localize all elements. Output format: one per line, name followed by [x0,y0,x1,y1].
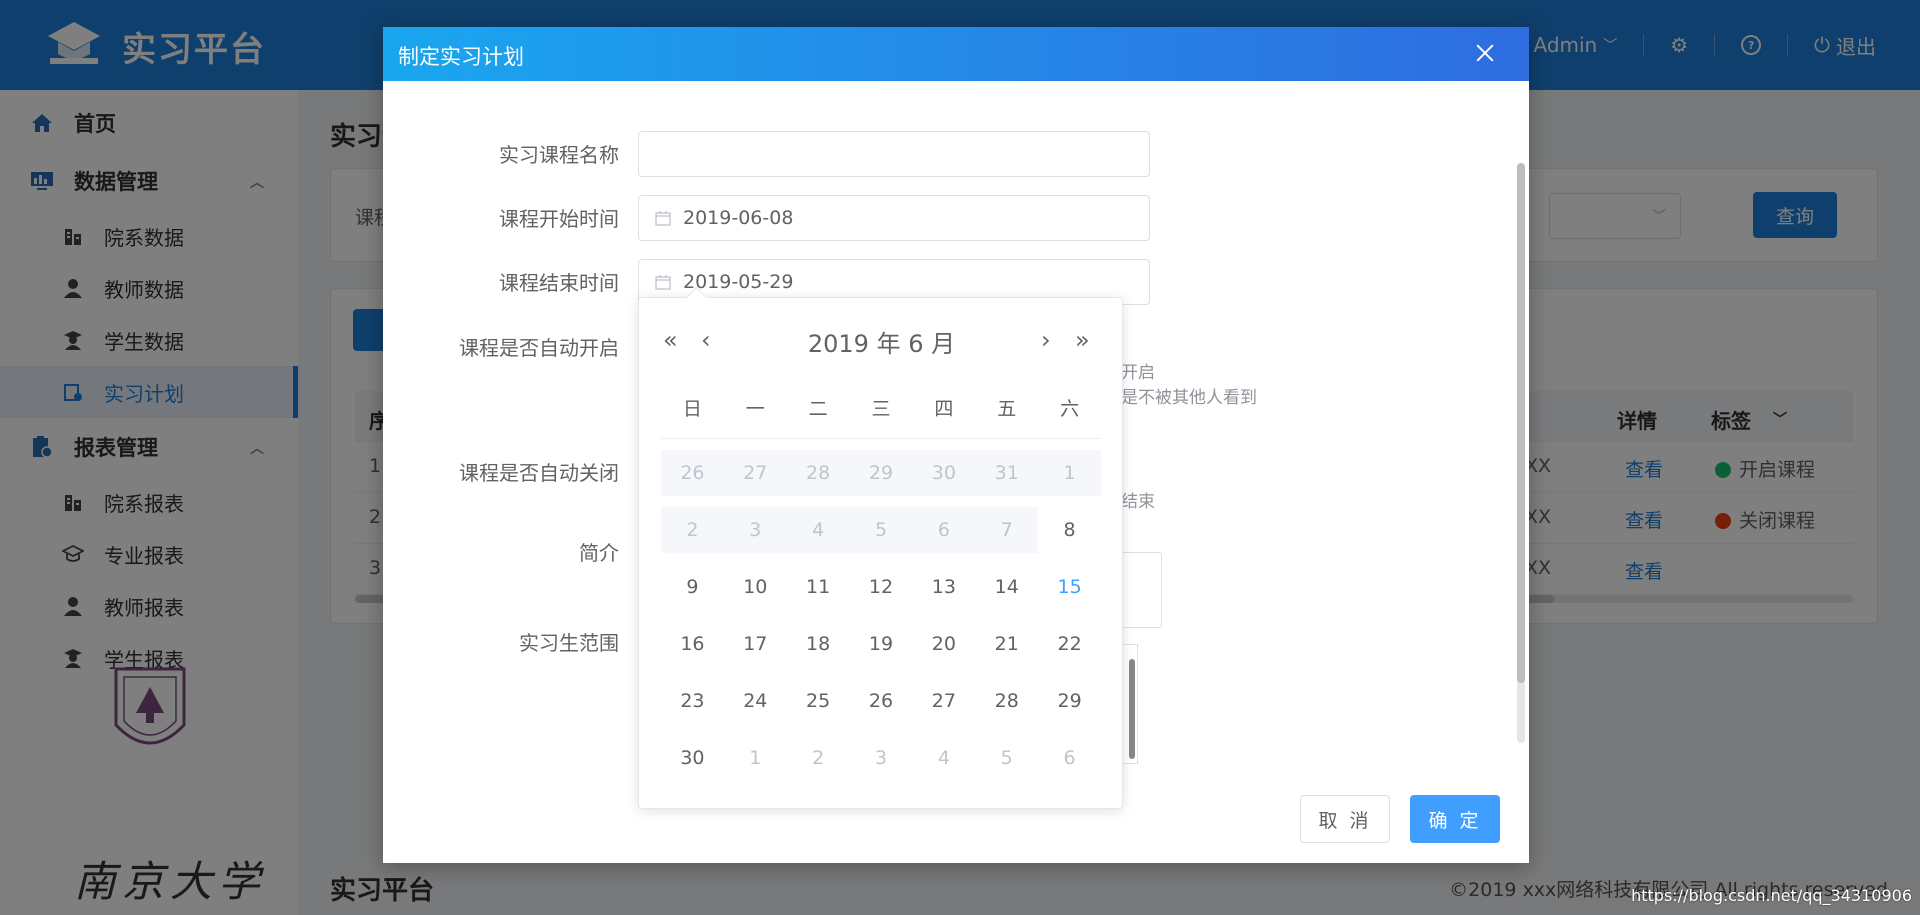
auto-open-hint-2: 是不被其他人看到 [1121,388,1257,408]
date-cell: 28 [786,449,850,496]
date-cell[interactable]: 16 [661,621,724,667]
date-cell: 6 [912,506,976,553]
date-cell[interactable]: 22 [1038,621,1101,667]
date-row: 26 27 28 29 30 31 1 [661,444,1102,501]
auto-open-hint: 开启 [1121,363,1155,383]
weekday-label: 三 [871,398,891,420]
weekday-label: 日 [682,398,702,420]
course-name-input[interactable] [638,131,1150,177]
date-cell: 26 [661,449,724,496]
date-row: 2345678 [661,501,1101,558]
date-cell[interactable]: 9 [661,564,724,610]
date-row: 30 1 2 3 4 5 6 [661,729,1101,786]
dialog-scrollbar[interactable] [1517,163,1525,743]
date-cell[interactable]: 10 [724,564,787,610]
date-cell: 1 [1038,449,1102,496]
course-name-label: 实习课程名称 [499,143,619,167]
weekday-label: 五 [997,398,1017,420]
date-cell[interactable]: 29 [1038,678,1101,724]
weekday-label: 一 [745,398,765,420]
start-time-label: 课程开始时间 [499,207,619,231]
weekday-header: 日 一 二 三 四 五 六 [661,394,1101,439]
close-icon[interactable] [1471,39,1499,67]
date-cell[interactable]: 28 [975,678,1038,724]
date-cell: 29 [849,449,913,496]
date-cell[interactable]: 25 [787,678,850,724]
date-cell[interactable]: 6 [1038,735,1101,781]
next-month-icon[interactable]: › [1041,326,1051,354]
calendar-icon [655,275,671,290]
calendar-icon [655,211,671,226]
date-cell: 30 [912,449,976,496]
weekday-label: 四 [934,398,954,420]
date-cell[interactable]: 5 [975,735,1038,781]
intro-textarea[interactable] [1121,552,1162,628]
start-date-input[interactable]: 2019-06-08 [638,195,1150,241]
weekday-label: 二 [808,398,828,420]
date-cell[interactable]: 26 [850,678,913,724]
date-cell[interactable]: 20 [912,621,975,667]
intern-range-box[interactable] [1121,644,1138,764]
dialog-title: 制定实习计划 [398,45,524,69]
date-cell[interactable]: 12 [850,564,913,610]
date-cell[interactable]: 14 [975,564,1038,610]
picker-title[interactable]: 2019 年 6 月 [639,324,1124,359]
date-cell[interactable]: 2 [787,735,850,781]
date-cell[interactable]: 4 [912,735,975,781]
range-label: 实习生范围 [519,631,619,655]
weekday-label: 六 [1060,398,1080,420]
date-row: 9 10 11 12 13 14 15 [661,558,1101,615]
date-cell: 7 [975,506,1039,553]
start-date-value: 2019-06-08 [683,207,794,229]
picker-header: « ‹ 2019 年 6 月 › » [639,322,1124,362]
date-cell[interactable]: 21 [975,621,1038,667]
date-cell: 27 [723,449,787,496]
date-cell[interactable]: 23 [661,678,724,724]
date-cell[interactable]: 18 [787,621,850,667]
date-cell[interactable]: 8 [1038,507,1101,553]
date-cell: 4 [786,506,850,553]
scrollbar-thumb[interactable] [1517,163,1525,683]
date-grid: 26 27 28 29 30 31 1 2 3 4 5 6 7 8 9 10 11 12 13 14 15 16 17 18 1… [661,444,1102,786]
dialog-header: 制定实习计划 [383,27,1529,81]
auto-close-hint: 结束 [1121,492,1155,512]
date-cell[interactable]: 17 [724,621,787,667]
date-cell[interactable]: 3 [850,735,913,781]
date-row: 23 24 25 26 27 28 29 [661,672,1101,729]
intro-label: 简介 [579,541,619,565]
watermark: https://blog.csdn.net/qq_34310906 [1631,886,1912,905]
date-cell: 2 [661,506,724,553]
date-cell[interactable]: 24 [724,678,787,724]
next-year-icon[interactable]: » [1075,326,1090,354]
confirm-button[interactable]: 确 定 [1410,795,1500,843]
date-cell[interactable]: 11 [787,564,850,610]
auto-close-label: 课程是否自动关闭 [459,461,619,485]
date-cell[interactable]: 19 [850,621,913,667]
auto-open-label: 课程是否自动开启 [459,336,619,360]
date-cell: 5 [849,506,913,553]
date-cell[interactable]: 13 [912,564,975,610]
cancel-button[interactable]: 取 消 [1300,795,1390,843]
date-cell[interactable]: 15 [1038,564,1101,610]
date-cell: 31 [975,449,1039,496]
date-cell: 3 [723,506,787,553]
date-cell[interactable]: 27 [912,678,975,724]
date-cell[interactable]: 30 [661,735,724,781]
date-row: 16 17 18 19 20 21 22 [661,615,1101,672]
end-time-label: 课程结束时间 [499,271,619,295]
date-picker: « ‹ 2019 年 6 月 › » 日 一 二 三 四 五 六 26 27 28 2… [638,286,1124,809]
scrollbar-thumb[interactable] [1129,659,1135,759]
date-cell[interactable]: 1 [724,735,787,781]
